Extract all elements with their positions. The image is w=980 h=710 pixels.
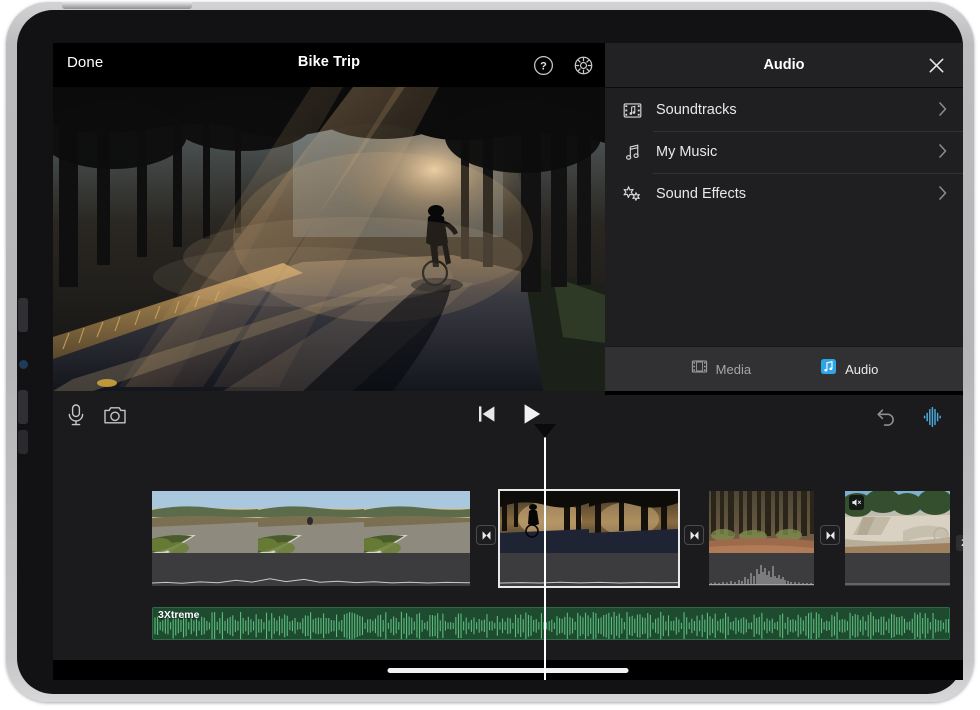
soundtracks-film-note-icon bbox=[618, 96, 646, 124]
camera-icon[interactable] bbox=[103, 404, 127, 426]
question-mark-circle-icon[interactable]: ? bbox=[533, 55, 554, 76]
tab-audio-label: Audio bbox=[845, 362, 878, 377]
browser-tab-bar: Media bbox=[605, 346, 963, 391]
timeline-clip-cyclist-forest[interactable] bbox=[500, 491, 678, 586]
music-note-square-icon bbox=[819, 357, 838, 381]
device-side-button[interactable] bbox=[18, 430, 28, 454]
clip-thumbnails bbox=[709, 491, 814, 553]
music-track-label: 3Xtreme bbox=[158, 609, 199, 621]
audio-row-my-music[interactable]: My Music bbox=[605, 131, 963, 173]
music-note-icon bbox=[618, 138, 646, 166]
audio-row-soundtracks[interactable]: Soundtracks bbox=[605, 89, 963, 131]
page-title: Bike Trip bbox=[53, 54, 605, 70]
ipad-screen: Done Bike Trip ? bbox=[53, 43, 963, 680]
waveform-icon[interactable] bbox=[921, 405, 945, 429]
clip-thumbnails bbox=[500, 491, 678, 553]
close-icon[interactable] bbox=[926, 55, 947, 76]
audio-row-sound-effects[interactable]: Sound Effects bbox=[605, 173, 963, 215]
timeline-clip-redwood-trail[interactable] bbox=[709, 491, 814, 586]
volume-down-button[interactable] bbox=[18, 390, 28, 424]
home-indicator[interactable] bbox=[388, 668, 629, 673]
mute-speaker-icon bbox=[849, 495, 864, 510]
playhead-line bbox=[544, 437, 546, 680]
timeline-clip-skatepark[interactable] bbox=[845, 491, 950, 586]
audio-panel-header: Audio bbox=[605, 43, 963, 88]
device-connector-port bbox=[19, 360, 28, 369]
clip-duration-badge: 27.0s bbox=[956, 535, 963, 551]
editor-toolbar-left bbox=[53, 391, 605, 439]
timeline-clip-road-sunset[interactable] bbox=[152, 491, 470, 586]
timeline-music-track[interactable]: 3Xtreme bbox=[152, 607, 950, 640]
audio-row-label: Sound Effects bbox=[656, 186, 746, 202]
play-icon[interactable] bbox=[521, 402, 543, 426]
clip-thumbnails bbox=[152, 491, 470, 553]
timeline[interactable]: 27.0s 3Xtreme bbox=[53, 439, 963, 661]
audio-category-list: Soundtracks bbox=[605, 89, 963, 215]
device-top-antenna-notch bbox=[62, 2, 192, 9]
preview-image bbox=[53, 87, 605, 391]
ipad-device-frame: Done Bike Trip ? bbox=[6, 2, 974, 702]
chevron-right-icon bbox=[939, 186, 947, 200]
audio-panel-title: Audio bbox=[605, 57, 963, 73]
sound-effects-burst-icon bbox=[618, 180, 646, 208]
chevron-right-icon bbox=[939, 102, 947, 116]
playhead-handle[interactable] bbox=[534, 424, 556, 438]
clip-audio-waveform bbox=[845, 553, 950, 586]
film-strip-icon bbox=[690, 357, 709, 381]
cross-dissolve-icon[interactable] bbox=[820, 525, 840, 545]
music-waveform bbox=[153, 608, 949, 639]
clip-audio-waveform bbox=[152, 553, 470, 586]
undo-arrow-icon[interactable] bbox=[875, 406, 899, 428]
clip-audio-waveform bbox=[709, 553, 814, 586]
audio-browser-panel: Audio bbox=[605, 43, 963, 391]
clip-audio-waveform bbox=[500, 553, 678, 586]
gear-icon[interactable] bbox=[573, 55, 594, 76]
tab-audio[interactable]: Audio bbox=[819, 357, 878, 381]
svg-text:?: ? bbox=[540, 61, 547, 73]
tab-media-label: Media bbox=[716, 362, 751, 377]
audio-row-label: Soundtracks bbox=[656, 102, 737, 118]
microphone-icon[interactable] bbox=[65, 403, 87, 427]
editor-top-bar: Done Bike Trip ? bbox=[53, 43, 605, 87]
cross-dissolve-icon[interactable] bbox=[684, 525, 704, 545]
tab-media[interactable]: Media bbox=[690, 357, 751, 381]
skip-to-start-icon[interactable] bbox=[477, 403, 497, 425]
ipad-device-body: Done Bike Trip ? bbox=[17, 10, 963, 694]
volume-up-button[interactable] bbox=[18, 298, 28, 332]
home-bar-area bbox=[53, 660, 963, 680]
editor-toolbar-right bbox=[605, 395, 963, 439]
chevron-right-icon bbox=[939, 144, 947, 158]
audio-row-label: My Music bbox=[656, 144, 717, 160]
cross-dissolve-icon[interactable] bbox=[476, 525, 496, 545]
video-preview[interactable] bbox=[53, 87, 605, 391]
